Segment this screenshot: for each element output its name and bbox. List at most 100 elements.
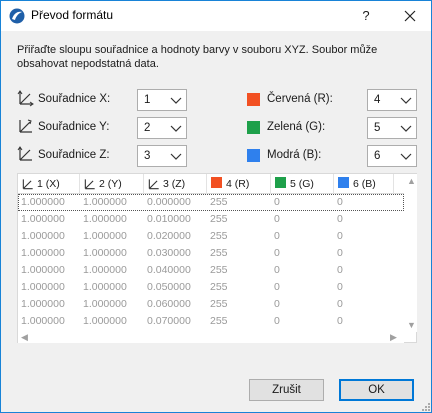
table-cell: 0 <box>337 230 343 242</box>
table-cell: 255 <box>210 247 228 259</box>
chevron-down-icon <box>170 153 182 160</box>
help-button[interactable]: ? <box>351 1 381 31</box>
table-cell: 1.000000 <box>83 213 127 225</box>
scroll-down-arrow[interactable]: ▼ <box>407 320 416 330</box>
description-text: Přiřaďte sloupu souřadnice a hodnoty bar… <box>17 44 378 70</box>
table-cell: 0 <box>274 315 280 327</box>
table-cell: 255 <box>210 315 228 327</box>
table-row[interactable]: 1.000000 1.000000 0.000000 255 0 0 <box>18 194 404 211</box>
column-header-b[interactable]: 6 (B) <box>334 174 394 194</box>
column-header-label: 5 (G) <box>290 178 314 190</box>
color-g-label: Zelená (G): <box>267 121 326 133</box>
green-swatch <box>275 177 286 188</box>
table-cell: 255 <box>210 230 228 242</box>
axis-y-icon <box>84 179 95 190</box>
table-cell: 0 <box>274 281 280 293</box>
coord-y-label: Souřadnice Y: <box>38 121 110 133</box>
column-header-r[interactable]: 4 (R) <box>207 174 271 194</box>
color-g-value: 5 <box>374 122 381 134</box>
coord-z-select[interactable]: 3 <box>137 145 187 167</box>
table-row[interactable]: 1.000000 1.000000 0.050000 255 0 0 <box>18 279 404 296</box>
color-r-select[interactable]: 4 <box>367 89 417 111</box>
table-cell: 1.000000 <box>21 247 65 259</box>
table-cell: 1.000000 <box>21 230 65 242</box>
table-cell: 0.030000 <box>147 247 191 259</box>
coord-z-value: 3 <box>144 150 151 162</box>
axis-z-icon <box>148 179 159 190</box>
table-row[interactable]: 1.000000 1.000000 0.070000 255 0 0 <box>18 313 404 330</box>
title-bar: Převod formátu ? <box>1 1 431 31</box>
table-cell: 0 <box>337 196 343 208</box>
green-swatch <box>247 121 260 134</box>
coord-y-select[interactable]: 2 <box>137 117 187 139</box>
table-cell: 1.000000 <box>21 315 65 327</box>
close-icon[interactable] <box>395 1 425 31</box>
horizontal-scrollbar[interactable]: ◀ ▶ <box>18 332 404 343</box>
color-b-label: Modrá (B): <box>267 149 322 161</box>
resize-grip-icon[interactable] <box>421 402 431 412</box>
column-header-label: 1 (X) <box>37 178 60 190</box>
table-cell: 0 <box>274 264 280 276</box>
table-cell: 1.000000 <box>83 264 127 276</box>
table-cell: 0.070000 <box>147 315 191 327</box>
dialog-title: Převod formátu <box>31 8 114 22</box>
table-cell: 0 <box>337 247 343 259</box>
chevron-down-icon <box>400 97 412 104</box>
table-cell: 255 <box>210 281 228 293</box>
table-row[interactable]: 1.000000 1.000000 0.010000 255 0 0 <box>18 211 404 228</box>
vertical-scrollbar[interactable]: ▲ ▼ <box>404 174 417 332</box>
table-row[interactable]: 1.000000 1.000000 0.060000 255 0 0 <box>18 296 404 313</box>
table-cell: 1.000000 <box>83 298 127 310</box>
scroll-up-arrow[interactable]: ▲ <box>407 176 416 186</box>
ok-button[interactable]: OK <box>339 379 414 401</box>
dialog-window: Převod formátu ? Přiřaďte sloupu souřadn… <box>0 0 432 413</box>
table-cell: 255 <box>210 196 228 208</box>
chevron-down-icon <box>400 125 412 132</box>
table-row[interactable]: 1.000000 1.000000 0.020000 255 0 0 <box>18 228 404 245</box>
axis-x-icon <box>22 179 33 190</box>
table-cell: 0 <box>274 196 280 208</box>
scroll-right-arrow[interactable]: ▶ <box>390 332 397 343</box>
table-cell: 255 <box>210 298 228 310</box>
column-header-g[interactable]: 5 (G) <box>271 174 334 194</box>
axis-x-icon <box>17 90 34 107</box>
table-cell: 0.040000 <box>147 264 191 276</box>
color-b-select[interactable]: 6 <box>367 145 417 167</box>
table-cell: 255 <box>210 264 228 276</box>
table-header: 1 (X) 2 (Y) 3 (Z) 4 (R) 5 (G) 6 (B) <box>18 174 404 194</box>
table-cell: 1.000000 <box>83 315 127 327</box>
table-cell: 1.000000 <box>83 230 127 242</box>
color-b-value: 6 <box>374 150 381 162</box>
column-header-y[interactable]: 2 (Y) <box>80 174 144 194</box>
table-cell: 1.000000 <box>21 213 65 225</box>
scroll-left-arrow[interactable]: ◀ <box>21 332 28 343</box>
column-header-label: 4 (R) <box>226 178 250 190</box>
color-g-select[interactable]: 5 <box>367 117 417 139</box>
table-cell: 0 <box>274 247 280 259</box>
blue-swatch <box>338 177 349 188</box>
chevron-down-icon <box>170 125 182 132</box>
coord-x-select[interactable]: 1 <box>137 89 187 111</box>
chevron-down-icon <box>400 153 412 160</box>
column-header-label: 3 (Z) <box>163 178 186 190</box>
table-row[interactable]: 1.000000 1.000000 0.040000 255 0 0 <box>18 262 404 279</box>
coord-x-label: Souřadnice X: <box>38 93 111 105</box>
table-cell: 1.000000 <box>21 264 65 276</box>
table-row[interactable]: 1.000000 1.000000 0.030000 255 0 0 <box>18 245 404 262</box>
table-cell: 1.000000 <box>83 196 127 208</box>
column-header-z[interactable]: 3 (Z) <box>144 174 207 194</box>
color-r-value: 4 <box>374 94 381 106</box>
coord-z-label: Souřadnice Z: <box>38 149 110 161</box>
table-cell: 0 <box>337 298 343 310</box>
blue-swatch <box>247 149 260 162</box>
data-preview-table[interactable]: 1 (X) 2 (Y) 3 (Z) 4 (R) 5 (G) 6 (B) 1.00… <box>17 173 417 343</box>
column-header-x[interactable]: 1 (X) <box>18 174 80 194</box>
column-header-label: 2 (Y) <box>99 178 122 190</box>
table-cell: 0.050000 <box>147 281 191 293</box>
table-body: 1.000000 1.000000 0.000000 255 0 0 1.000000 1.0… <box>18 194 404 332</box>
cancel-button[interactable]: Zrušit <box>249 379 324 401</box>
table-cell: 0.020000 <box>147 230 191 242</box>
table-cell: 255 <box>210 213 228 225</box>
table-cell: 0 <box>274 213 280 225</box>
table-cell: 0 <box>337 264 343 276</box>
